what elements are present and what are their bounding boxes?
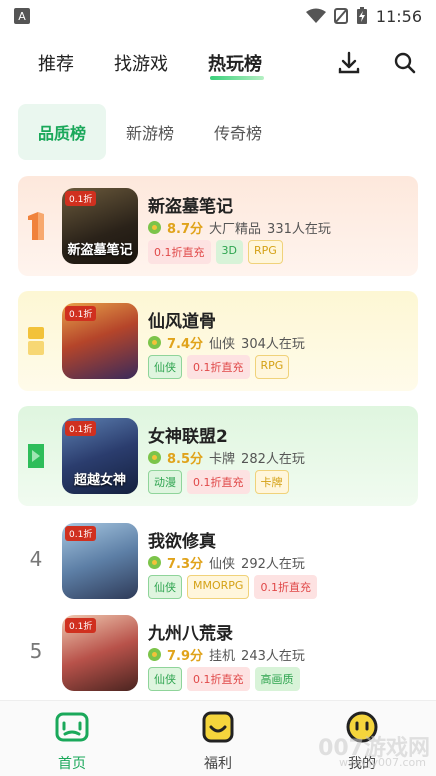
game-score: 8.7分 [167, 222, 204, 237]
bottom-nav-label: 福利 [204, 756, 232, 772]
wifi-icon [305, 8, 326, 23]
tag: 0.1折直充 [187, 667, 250, 691]
game-players: 282人在玩 [241, 452, 305, 467]
game-players: 243人在玩 [241, 649, 305, 664]
ranking-sub-tabs: 品质榜 新游榜 传奇榜 [18, 104, 282, 160]
game-category: 大厂精品 [209, 222, 262, 237]
no-sim-icon [333, 8, 348, 24]
game-tags: 仙侠 0.1折直充 RPG [148, 355, 290, 379]
game-tags: 仙侠 MMORPG 0.1折直充 [148, 575, 317, 599]
tag: 3D [215, 240, 243, 264]
game-category: 仙侠 [209, 337, 236, 352]
game-tags: 动漫 0.1折直充 卡牌 [148, 470, 289, 494]
game-name: 女神联盟2 [148, 427, 228, 447]
game-thumbnail[interactable]: 0.1折 [62, 523, 138, 599]
status-time: 11:56 [375, 6, 422, 26]
game-category: 卡牌 [209, 452, 236, 467]
game-meta: 7.3分 仙侠 292人在玩 [148, 553, 305, 572]
discount-badge: 0.1折 [65, 421, 97, 436]
score-icon [148, 221, 161, 234]
gift-icon [202, 711, 234, 743]
game-name: 新盗墓笔记 [148, 197, 233, 217]
rank-3-badge-icon [28, 444, 44, 468]
tag: RPG [254, 355, 290, 379]
game-players: 292人在玩 [241, 557, 305, 572]
subtab-quality[interactable]: 品质榜 [18, 104, 107, 160]
game-thumbnail[interactable]: 0.1折 [62, 303, 138, 379]
tag: 0.1折直充 [187, 470, 250, 494]
active-tab-underline [210, 76, 264, 80]
thumbnail-title: 新盗墓笔记 [67, 243, 133, 258]
game-thumbnail[interactable]: 0.1折 [62, 615, 138, 691]
game-category: 挂机 [209, 649, 236, 664]
tag: 动漫 [148, 470, 182, 494]
game-players: 331人在玩 [267, 222, 331, 237]
tag: 0.1折直充 [254, 575, 317, 599]
game-name: 我欲修真 [148, 532, 216, 552]
game-meta: 7.9分 挂机 243人在玩 [148, 645, 305, 664]
game-card[interactable]: 0.1折 超越女神 女神联盟2 8.5分 卡牌 282人在玩 动漫 0.1折直充… [18, 406, 418, 506]
score-icon [148, 336, 161, 349]
search-icon[interactable] [392, 50, 418, 76]
game-card[interactable]: 4 0.1折 我欲修真 7.3分 仙侠 292人在玩 仙侠 MMORPG 0.1… [18, 511, 418, 611]
tag: RPG [247, 240, 283, 264]
game-thumbnail[interactable]: 0.1折 新盗墓笔记 [62, 188, 138, 264]
game-card[interactable]: 0.1折 仙风道骨 7.4分 仙侠 304人在玩 仙侠 0.1折直充 RPG [18, 291, 418, 391]
discount-badge: 0.1折 [65, 306, 97, 321]
bottom-nav-welfare[interactable]: 福利 [178, 709, 258, 773]
status-app-icon: A [14, 8, 30, 24]
thumbnail-title: 超越女神 [73, 473, 126, 488]
game-score: 8.5分 [167, 452, 204, 467]
tag: 仙侠 [148, 667, 182, 691]
game-card[interactable]: 0.1折 新盗墓笔记 新盗墓笔记 8.7分 大厂精品 331人在玩 0.1折直充… [18, 176, 418, 276]
discount-badge: 0.1折 [65, 191, 97, 206]
subtab-legend[interactable]: 传奇榜 [194, 104, 282, 160]
tab-hot-list[interactable]: 热玩榜 [208, 50, 262, 76]
tag: 高画质 [254, 667, 300, 691]
bottom-nav-label: 首页 [58, 756, 86, 772]
rank-number: 5 [29, 639, 43, 663]
tag: 仙侠 [148, 355, 182, 379]
rank-1-badge-icon [28, 212, 44, 240]
score-icon [148, 648, 161, 661]
watermark-url: www.jy007.com [338, 756, 426, 769]
tag: 仙侠 [148, 575, 182, 599]
discount-badge: 0.1折 [65, 618, 97, 633]
game-category: 仙侠 [209, 557, 236, 572]
game-tags: 0.1折直充 3D RPG [148, 240, 283, 264]
tag: MMORPG [187, 575, 250, 599]
tab-recommend[interactable]: 推荐 [38, 50, 74, 76]
score-icon [148, 556, 161, 569]
game-name: 仙风道骨 [148, 312, 216, 332]
gamepad-icon [55, 712, 89, 742]
rank-number: 4 [29, 547, 43, 571]
game-score: 7.3分 [167, 557, 204, 572]
discount-badge: 0.1折 [65, 526, 97, 541]
tab-find-games[interactable]: 找游戏 [114, 50, 168, 76]
status-bar: A 11:56 [0, 0, 436, 32]
game-meta: 8.5分 卡牌 282人在玩 [148, 448, 305, 467]
game-card[interactable]: 5 0.1折 九州八荒录 7.9分 挂机 243人在玩 仙侠 0.1折直充 高画… [18, 603, 418, 703]
rank-2-badge-icon [28, 327, 44, 355]
download-icon[interactable] [336, 50, 362, 76]
game-name: 九州八荒录 [148, 624, 233, 644]
score-icon [148, 451, 161, 464]
game-meta: 8.7分 大厂精品 331人在玩 [148, 218, 331, 237]
game-score: 7.4分 [167, 337, 204, 352]
game-score: 7.9分 [167, 649, 204, 664]
game-players: 304人在玩 [241, 337, 305, 352]
battery-charging-icon [356, 7, 367, 24]
top-nav: 推荐 找游戏 热玩榜 [0, 44, 436, 84]
subtab-new-games[interactable]: 新游榜 [106, 104, 194, 160]
tag: 0.1折直充 [187, 355, 250, 379]
tag: 卡牌 [254, 470, 289, 494]
bottom-nav-home[interactable]: 首页 [32, 709, 112, 773]
game-tags: 仙侠 0.1折直充 高画质 [148, 667, 300, 691]
tag: 0.1折直充 [148, 240, 211, 264]
game-meta: 7.4分 仙侠 304人在玩 [148, 333, 305, 352]
game-thumbnail[interactable]: 0.1折 超越女神 [62, 418, 138, 494]
